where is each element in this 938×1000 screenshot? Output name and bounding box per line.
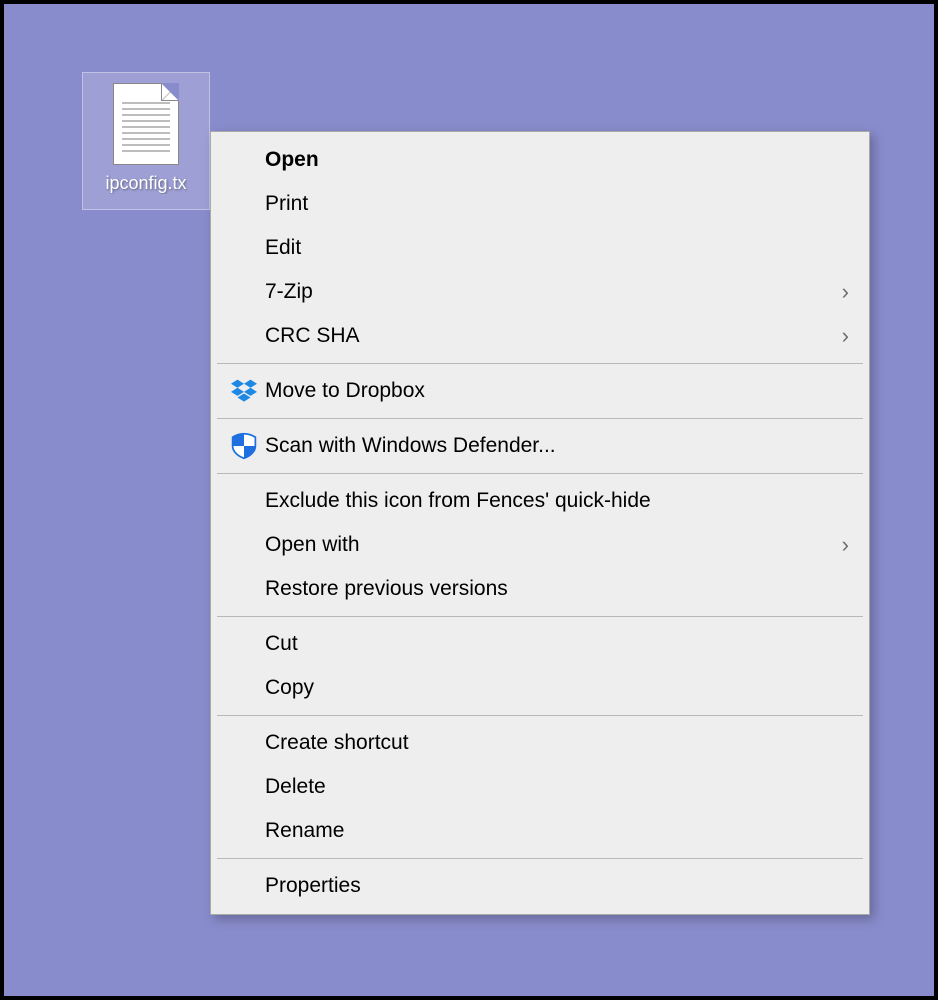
menu-label: Edit — [265, 236, 849, 260]
menu-item-7zip[interactable]: 7-Zip › — [213, 270, 867, 314]
menu-item-create-shortcut[interactable]: Create shortcut — [213, 721, 867, 765]
dropbox-icon — [223, 375, 265, 407]
menu-label: Open — [265, 148, 849, 172]
text-file-icon — [113, 83, 179, 165]
menu-item-rename[interactable]: Rename — [213, 809, 867, 853]
menu-item-restore-previous[interactable]: Restore previous versions — [213, 567, 867, 611]
menu-item-cut[interactable]: Cut — [213, 622, 867, 666]
menu-separator — [217, 473, 863, 474]
menu-label: Restore previous versions — [265, 577, 849, 601]
menu-label: Create shortcut — [265, 731, 849, 755]
page-fold — [161, 83, 179, 101]
menu-item-scan-defender[interactable]: Scan with Windows Defender... — [213, 424, 867, 468]
menu-label: Rename — [265, 819, 849, 843]
menu-label: Cut — [265, 632, 849, 656]
menu-item-print[interactable]: Print — [213, 182, 867, 226]
menu-label: CRC SHA — [265, 324, 842, 348]
chevron-right-icon: › — [842, 534, 849, 556]
desktop-file[interactable]: ipconfig.tx — [82, 72, 210, 210]
menu-item-edit[interactable]: Edit — [213, 226, 867, 270]
menu-label: 7-Zip — [265, 280, 842, 304]
menu-label: Exclude this icon from Fences' quick-hid… — [265, 489, 849, 513]
chevron-right-icon: › — [842, 325, 849, 347]
menu-separator — [217, 418, 863, 419]
menu-item-open-with[interactable]: Open with › — [213, 523, 867, 567]
menu-label: Move to Dropbox — [265, 379, 849, 403]
menu-label: Print — [265, 192, 849, 216]
chevron-right-icon: › — [842, 281, 849, 303]
menu-item-crc-sha[interactable]: CRC SHA › — [213, 314, 867, 358]
menu-separator — [217, 616, 863, 617]
menu-item-open[interactable]: Open — [213, 138, 867, 182]
menu-item-move-to-dropbox[interactable]: Move to Dropbox — [213, 369, 867, 413]
menu-label: Copy — [265, 676, 849, 700]
menu-item-copy[interactable]: Copy — [213, 666, 867, 710]
menu-separator — [217, 858, 863, 859]
context-menu: Open Print Edit 7-Zip › CRC SHA › Move t… — [210, 131, 870, 915]
menu-separator — [217, 363, 863, 364]
menu-label: Delete — [265, 775, 849, 799]
menu-label: Open with — [265, 533, 842, 557]
menu-item-exclude-fences[interactable]: Exclude this icon from Fences' quick-hid… — [213, 479, 867, 523]
menu-item-properties[interactable]: Properties — [213, 864, 867, 908]
menu-label: Properties — [265, 874, 849, 898]
menu-label: Scan with Windows Defender... — [265, 434, 849, 458]
menu-separator — [217, 715, 863, 716]
file-label: ipconfig.tx — [105, 173, 186, 194]
menu-item-delete[interactable]: Delete — [213, 765, 867, 809]
windows-defender-icon — [223, 430, 265, 462]
